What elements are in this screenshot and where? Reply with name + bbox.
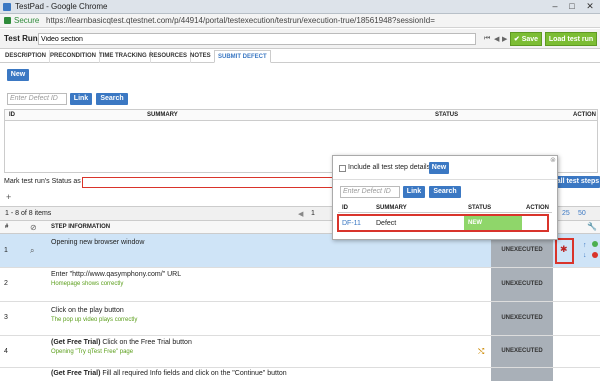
step-status bbox=[491, 368, 553, 381]
maximize-button[interactable]: □ bbox=[565, 1, 579, 12]
tab-resources[interactable]: RESOURCES bbox=[146, 50, 192, 63]
step-expected-result: The pop up video plays correctly bbox=[51, 317, 138, 323]
col-id: ID bbox=[9, 112, 15, 118]
step-row-5[interactable]: (Get Free Trial) Fill all required Info … bbox=[0, 368, 600, 381]
popup-col-action: ACTION bbox=[526, 205, 549, 211]
test-run-name-input[interactable] bbox=[38, 33, 476, 45]
lock-icon bbox=[4, 17, 11, 24]
search-button[interactable]: Search bbox=[96, 93, 128, 105]
step-description: (Get Free Trial) Fill all required Info … bbox=[51, 370, 287, 377]
defect-row[interactable]: DF-11 Defect NEW bbox=[337, 214, 549, 232]
load-label: Load test run bbox=[548, 36, 594, 43]
defect-id-input[interactable]: Enter Defect ID bbox=[7, 93, 67, 105]
step-status[interactable]: UNEXECUTED bbox=[491, 268, 553, 301]
include-details-checkbox[interactable] bbox=[339, 165, 346, 172]
window-title: TestPad - Google Chrome bbox=[15, 2, 108, 11]
step-description: (Get Free Trial) Click on the Free Trial… bbox=[51, 339, 192, 346]
mark-status-label: Mark test run's Status as bbox=[4, 178, 81, 185]
add-icon[interactable]: + bbox=[6, 192, 11, 202]
add-step-icon[interactable] bbox=[592, 241, 598, 247]
bug-icon[interactable]: ✱ bbox=[560, 244, 568, 255]
tab-time-tracking[interactable]: TIME TRACKING bbox=[96, 50, 151, 63]
col-step-num: # bbox=[5, 224, 9, 230]
step-row-4[interactable]: 4 (Get Free Trial) Click on the Free Tri… bbox=[0, 336, 600, 368]
tab-precondition[interactable]: PRECONDITION bbox=[47, 50, 101, 63]
step-description: Click on the play button bbox=[51, 307, 124, 314]
move-down-icon[interactable]: ↓ bbox=[583, 252, 587, 259]
new-defect-button[interactable]: New bbox=[7, 69, 29, 81]
secure-label: Secure bbox=[14, 16, 40, 25]
step-bold-prefix: (Get Free Trial) bbox=[51, 339, 101, 346]
popup-close-icon[interactable]: ⊗ bbox=[550, 156, 556, 164]
defect-id-link[interactable]: DF-11 bbox=[342, 220, 361, 227]
tab-description[interactable]: DESCRIPTION bbox=[2, 50, 51, 63]
popup-col-id: ID bbox=[342, 205, 348, 211]
defect-grid-header: ID SUMMARY STATUS ACTION bbox=[5, 110, 597, 121]
url-text[interactable]: https://learnbasicqtest.qtestnet.com/p/4… bbox=[46, 16, 435, 25]
step-number: 2 bbox=[4, 280, 8, 287]
test-run-bar: Test Run ⏮ ◀ ▶ ✔ Save Load test run bbox=[0, 29, 600, 49]
all-test-steps-button[interactable]: all test steps bbox=[556, 176, 600, 188]
step-text: Fill all required Info fields and click … bbox=[100, 370, 287, 377]
popup-search-button[interactable]: Search bbox=[429, 186, 461, 198]
save-label: Save bbox=[521, 36, 539, 43]
move-up-icon[interactable]: ↑ bbox=[583, 242, 587, 249]
paperclip-icon[interactable]: ⌕ bbox=[30, 246, 34, 256]
wrench-icon[interactable]: 🔧 bbox=[587, 222, 597, 231]
save-button[interactable]: ✔ Save bbox=[510, 32, 542, 46]
step-row-2[interactable]: 2 Enter "http://www.qasymphony.com/" URL… bbox=[0, 268, 600, 302]
include-details-label: Include all test step details bbox=[348, 164, 431, 171]
page-size-50[interactable]: 50 bbox=[578, 210, 586, 217]
close-button[interactable]: ✕ bbox=[583, 1, 597, 12]
popup-defect-id-input[interactable]: Enter Defect ID bbox=[340, 186, 400, 198]
tab-submit-defect[interactable]: SUBMIT DEFECT bbox=[214, 50, 271, 63]
step-status[interactable]: UNEXECUTED bbox=[491, 302, 553, 335]
step-bold-prefix: (Get Free Trial) bbox=[51, 370, 101, 377]
popup-col-summary: SUMMARY bbox=[376, 205, 407, 211]
first-icon[interactable]: ⏮ bbox=[484, 35, 490, 43]
test-run-label: Test Run bbox=[4, 34, 38, 43]
defect-status-badge: NEW bbox=[464, 216, 522, 230]
page-size-25[interactable]: 25 bbox=[562, 210, 570, 217]
popup-link-button[interactable]: Link bbox=[403, 186, 425, 198]
popup-new-button[interactable]: New bbox=[429, 162, 449, 174]
col-action: ACTION bbox=[573, 112, 596, 118]
load-test-run-button[interactable]: Load test run bbox=[545, 32, 597, 46]
tab-bar: DESCRIPTION PRECONDITION TIME TRACKING R… bbox=[0, 50, 600, 63]
attachment-icon: ⊘ bbox=[30, 223, 37, 232]
status-select[interactable] bbox=[82, 177, 334, 188]
popup-grid-header: ID SUMMARY STATUS ACTION bbox=[338, 203, 552, 213]
step-expected-result: Opening "Try qTest Free" page bbox=[51, 349, 134, 355]
items-count: 1 - 8 of 8 items bbox=[5, 210, 52, 217]
minimize-button[interactable]: – bbox=[548, 1, 562, 12]
prev-page-icon[interactable]: ◀ bbox=[298, 210, 303, 218]
next-icon[interactable]: ▶ bbox=[502, 35, 507, 43]
col-status: STATUS bbox=[435, 112, 459, 118]
step-number: 4 bbox=[4, 348, 8, 355]
defect-summary: Defect bbox=[376, 220, 397, 227]
step-text: Click on the Free Trial button bbox=[100, 339, 192, 346]
app-icon bbox=[3, 3, 11, 11]
address-bar[interactable]: Secure https://learnbasicqtest.qtestnet.… bbox=[0, 14, 600, 28]
prev-icon[interactable]: ◀ bbox=[494, 35, 499, 43]
defect-popup: ⊗ Include all test step details New Ente… bbox=[332, 155, 558, 240]
shared-step-icon: ⤭ bbox=[478, 347, 485, 356]
popup-col-status: STATUS bbox=[468, 205, 492, 211]
tab-notes[interactable]: NOTES bbox=[187, 50, 215, 63]
col-step-info: STEP INFORMATION bbox=[51, 224, 111, 230]
link-button[interactable]: Link bbox=[70, 93, 92, 105]
remove-step-icon[interactable] bbox=[592, 252, 598, 258]
step-number: 3 bbox=[4, 314, 8, 321]
step-number: 1 bbox=[4, 247, 8, 254]
step-row-3[interactable]: 3 Click on the play button The pop up vi… bbox=[0, 302, 600, 336]
step-description: Enter "http://www.qasymphony.com/" URL bbox=[51, 271, 182, 278]
step-description: Opening new browser window bbox=[51, 239, 145, 246]
page-number[interactable]: 1 bbox=[311, 210, 315, 217]
popup-divider bbox=[333, 179, 557, 180]
window-titlebar: TestPad - Google Chrome – □ ✕ bbox=[0, 0, 600, 14]
col-summary: SUMMARY bbox=[147, 112, 178, 118]
step-expected-result: Homepage shows correctly bbox=[51, 281, 124, 287]
step-status[interactable]: UNEXECUTED bbox=[491, 336, 553, 367]
